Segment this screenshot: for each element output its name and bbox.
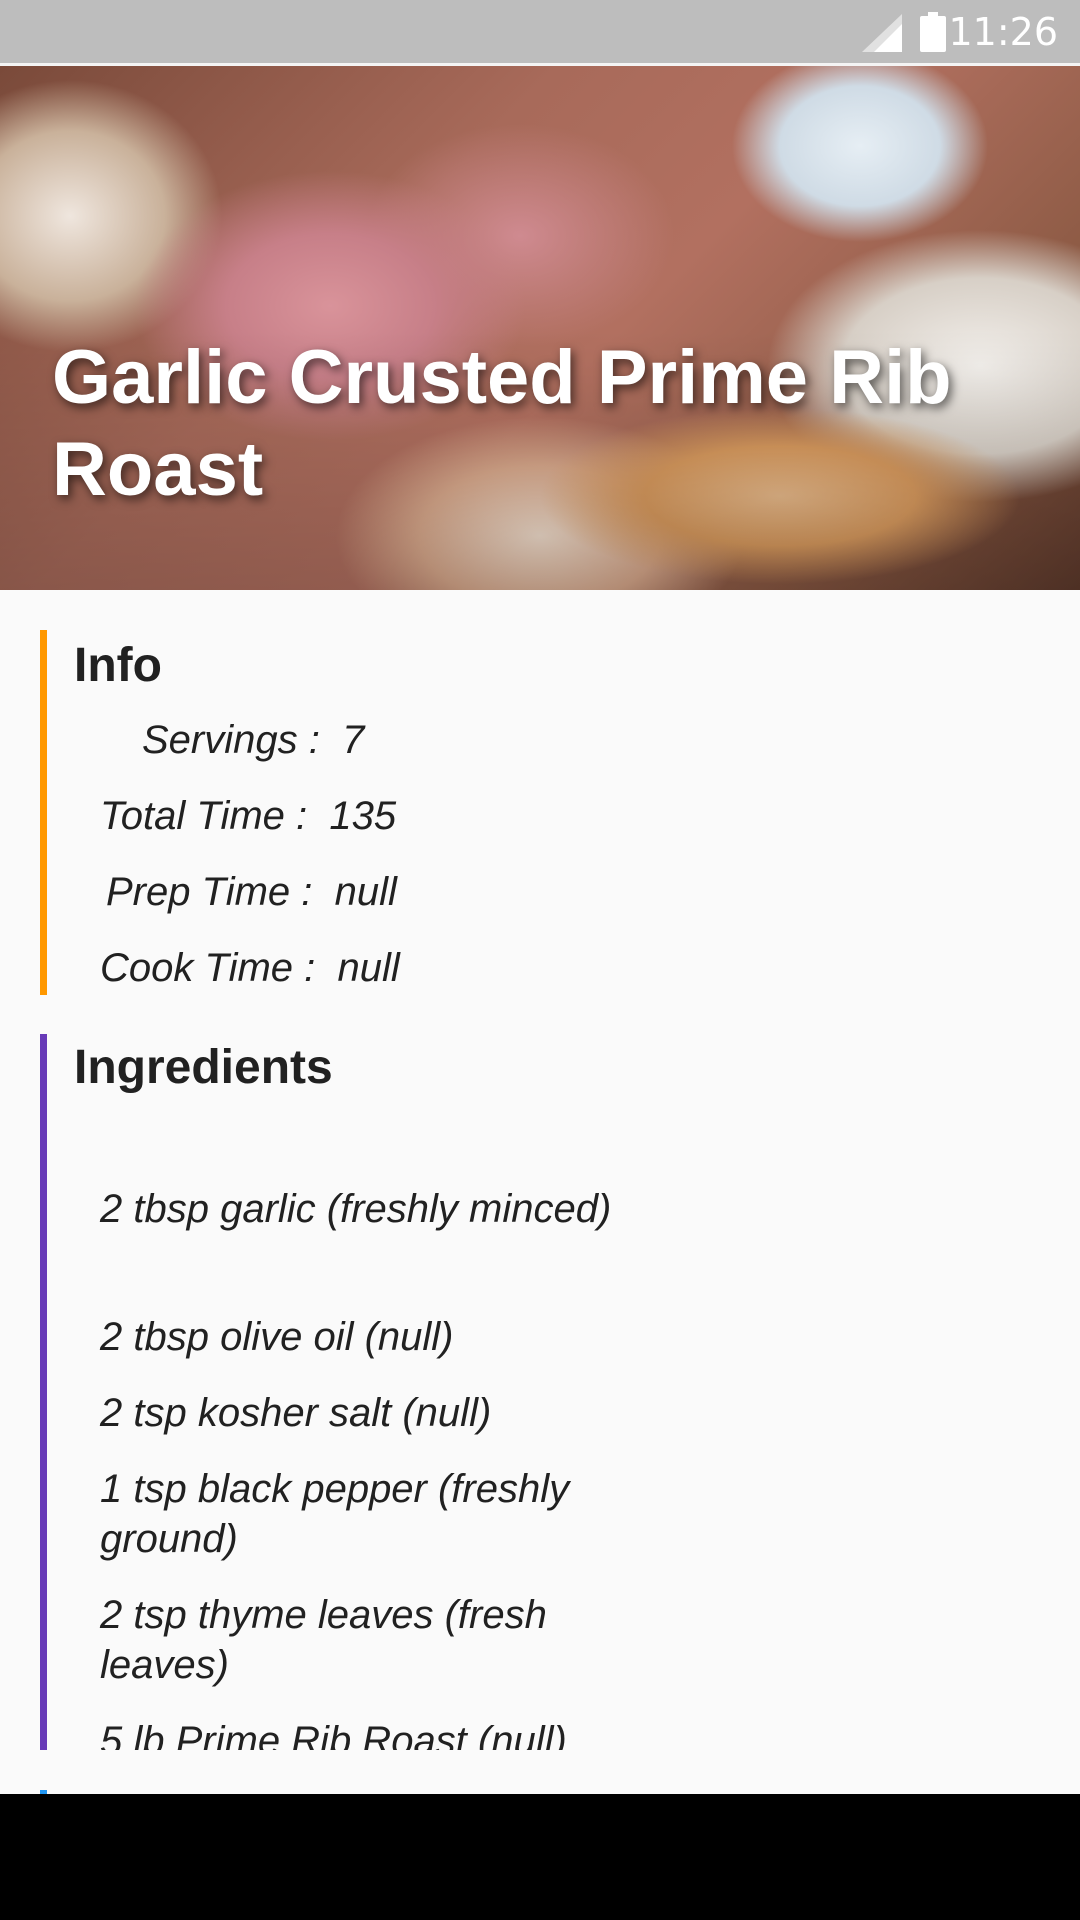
ingredient-item: 2 tbsp olive oil (null) [100, 1315, 454, 1359]
info-row-prep-time: Prep Time : null [106, 870, 397, 914]
cell-signal-icon [862, 14, 902, 52]
ingredient-item: 2 tsp kosher salt (null) [100, 1391, 492, 1435]
info-row-total-time: Total Time : 135 [100, 794, 397, 838]
ingredient-item: 1 tsp black pepper (freshly ground) [100, 1467, 570, 1561]
info-accent-bar [40, 630, 47, 995]
ingredients-heading: Ingredients [74, 1041, 333, 1094]
status-time: 11:26 [948, 10, 1058, 54]
navigation-bar-area [0, 1794, 1080, 1920]
info-value: null [334, 870, 397, 914]
ingredient-item: 5 lb Prime Rib Roast (null) [100, 1719, 567, 1750]
info-value: 135 [329, 794, 397, 838]
info-row-servings: Servings : 7 [142, 718, 365, 762]
info-section: Info Servings : 7 Total Time : 135 Prep … [40, 630, 1040, 995]
info-value: null [337, 946, 400, 990]
ingredients-accent-bar [40, 1034, 47, 1750]
info-label: Prep Time [106, 870, 291, 914]
info-row-cook-time: Cook Time : null [100, 946, 400, 990]
info-label: Cook Time [100, 946, 294, 990]
ingredient-item: 2 tbsp garlic (freshly minced) [100, 1187, 612, 1231]
recipe-title: Garlic Crusted Prime Rib Roast [52, 335, 952, 512]
info-heading: Info [74, 639, 162, 692]
info-label: Servings [142, 718, 298, 762]
ingredients-section: Ingredients 2 tbsp garlic (freshly mince… [40, 1034, 1040, 1750]
info-value: 7 [342, 718, 365, 762]
info-label: Total Time [100, 794, 285, 838]
battery-icon [920, 12, 946, 52]
status-bar: 11:26 [0, 0, 1080, 66]
ingredient-item: 2 tsp thyme leaves (fresh leaves) [100, 1593, 547, 1687]
recipe-header-image: Garlic Crusted Prime Rib Roast [0, 66, 1080, 590]
